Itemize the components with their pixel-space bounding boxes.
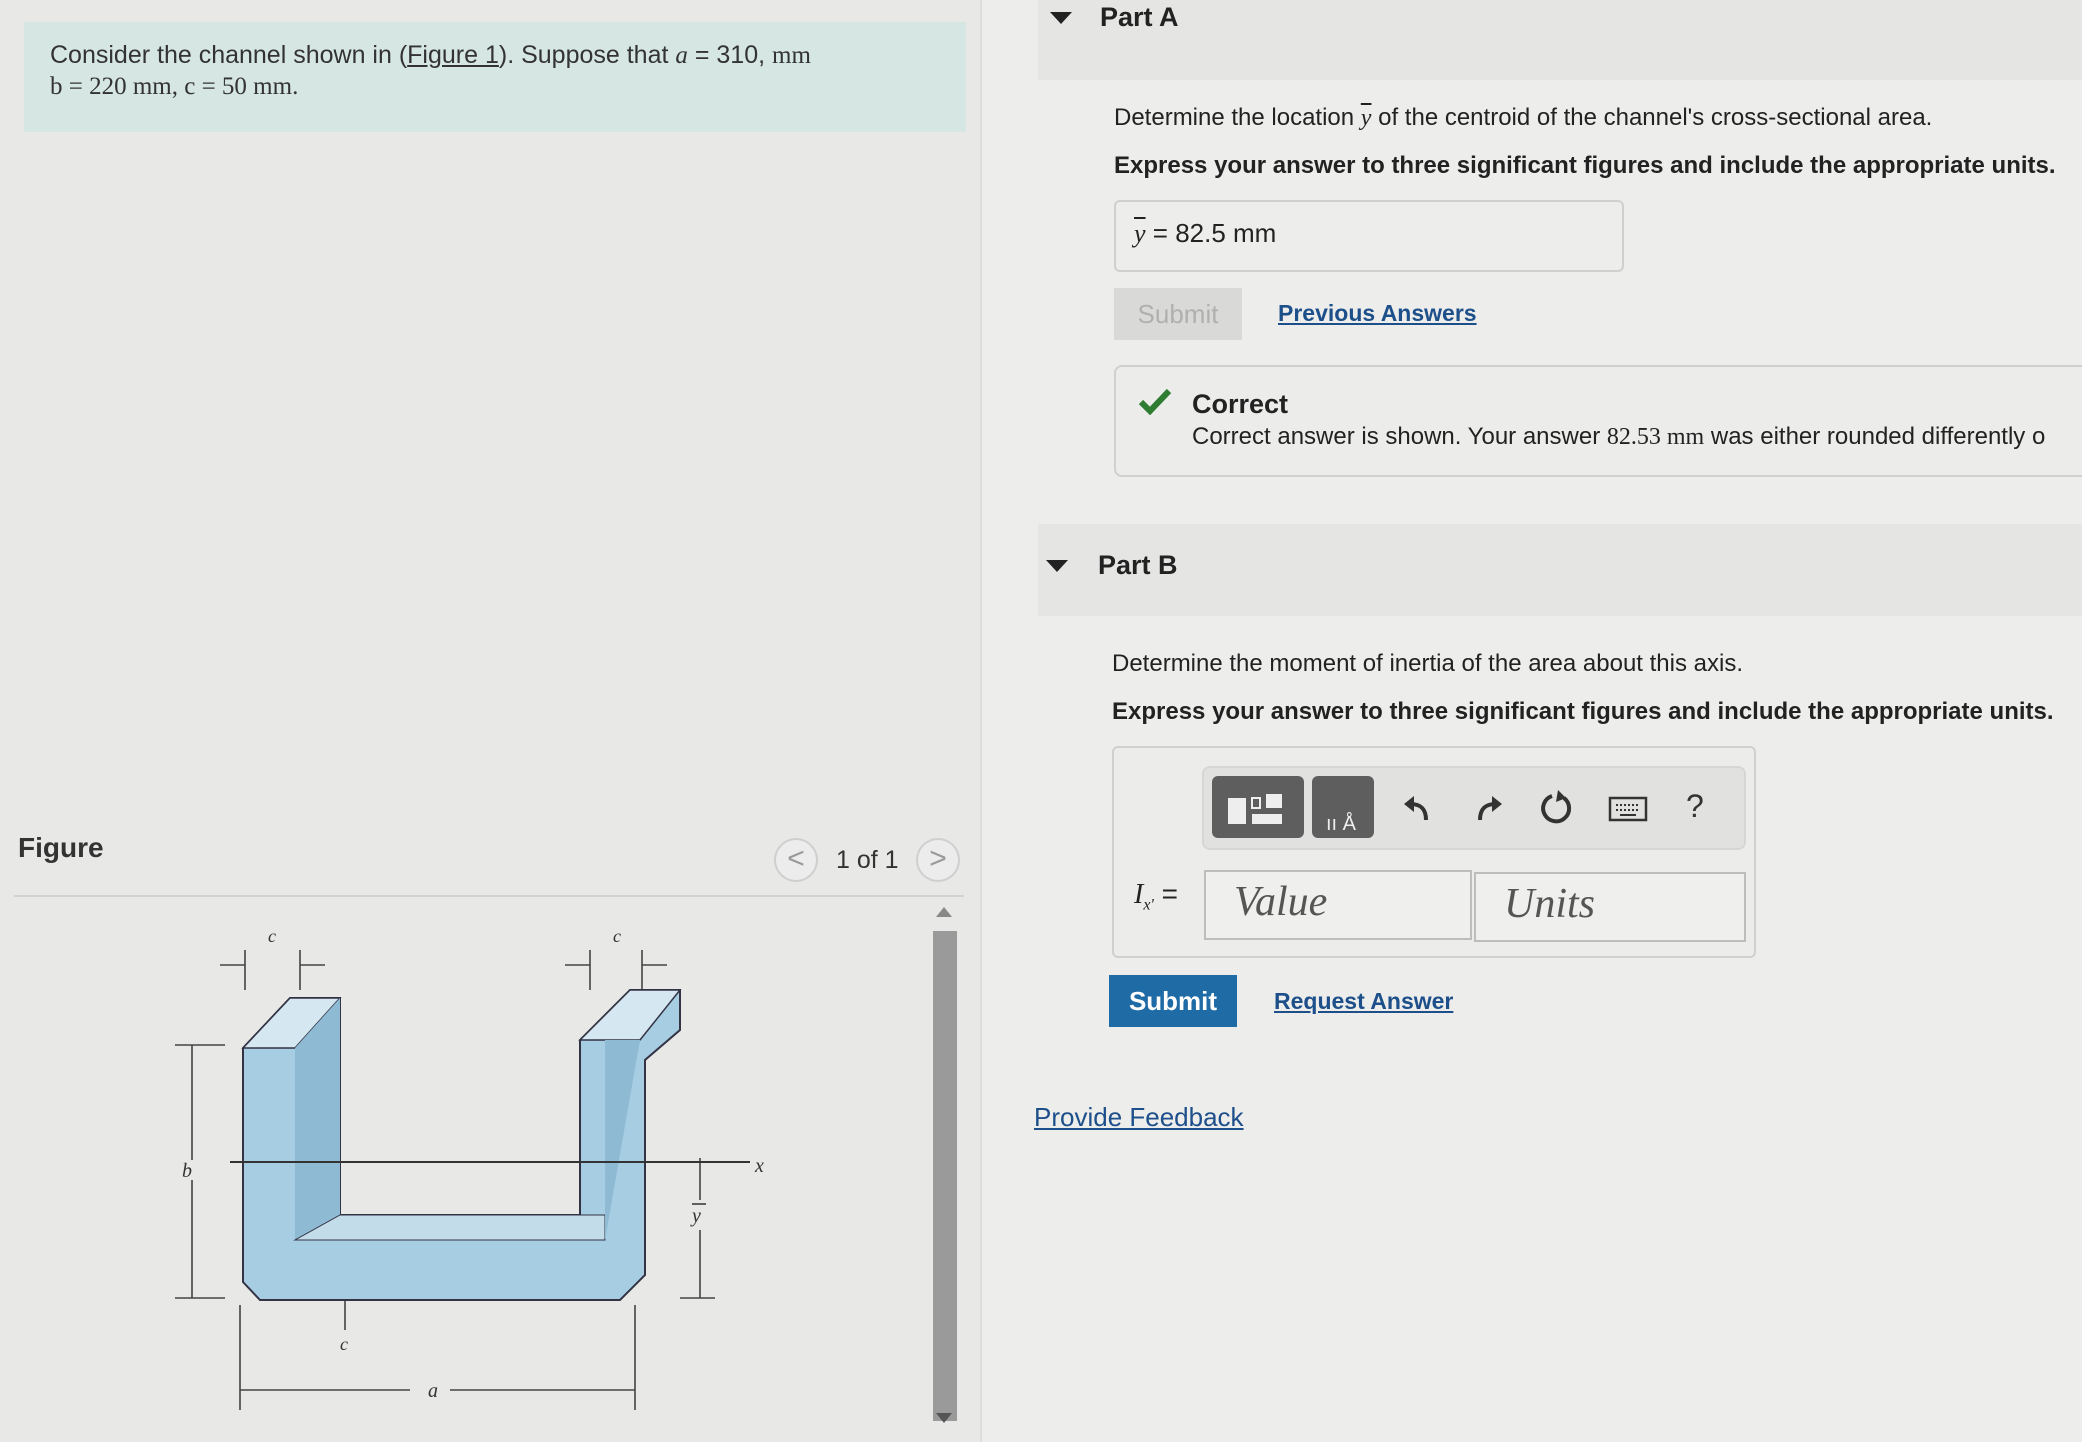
collapse-caret-icon[interactable] xyxy=(1046,560,1068,572)
part-b-header[interactable]: Part B xyxy=(1038,524,2082,616)
problem-line-1: Consider the channel shown in (Figure 1)… xyxy=(50,40,940,71)
scroll-down-icon[interactable] xyxy=(936,1413,952,1423)
correct-title: Correct xyxy=(1192,389,1289,419)
label-x: x xyxy=(754,1155,764,1177)
help-icon[interactable]: ? xyxy=(1686,788,1704,825)
feedback-text: Correct answer is shown. Your answer xyxy=(1192,423,1607,450)
figure-link[interactable]: Figure 1 xyxy=(407,41,499,69)
keyboard-icon[interactable] xyxy=(1608,796,1648,822)
undo-icon[interactable] xyxy=(1400,790,1436,826)
label-c-bottom: c xyxy=(340,1334,348,1354)
part-b-title: Part B xyxy=(1098,550,1178,580)
units-icon[interactable]: ıı Å xyxy=(1312,776,1374,838)
problem-text: ). Suppose that xyxy=(498,41,676,69)
answer-value: 82.5 mm xyxy=(1175,218,1277,248)
math-toolbar: ıı Å ? xyxy=(1202,766,1746,850)
next-figure-button[interactable]: > xyxy=(916,838,960,882)
figure-scrollbar[interactable] xyxy=(931,905,959,1435)
check-icon xyxy=(1138,388,1172,415)
reset-icon[interactable] xyxy=(1538,790,1574,826)
part-b-instruction: Express your answer to three significant… xyxy=(1112,698,2054,725)
ybar-symbol: y xyxy=(1360,105,1372,131)
part-a-question: Determine the location y of the centroid… xyxy=(1114,104,1932,132)
part-a-header[interactable]: Part A xyxy=(1038,0,2082,80)
previous-answers-link[interactable]: Previous Answers xyxy=(1278,300,1477,327)
part-a-instruction: Express your answer to three significant… xyxy=(1114,152,2056,179)
part-b-answer-box: ıı Å ? Ix' = Value Units xyxy=(1112,746,1756,958)
correct-feedback: Correct Correct answer is shown. Your an… xyxy=(1114,365,2082,477)
templates-icon[interactable] xyxy=(1212,776,1304,838)
label-eq: = xyxy=(1153,878,1178,909)
units-input[interactable]: Units xyxy=(1474,872,1746,942)
input-label: Ix' = xyxy=(1134,878,1178,915)
prev-figure-button[interactable]: < xyxy=(774,838,818,882)
eq-a: = 310, xyxy=(687,41,772,69)
left-panel: Consider the channel shown in (Figure 1)… xyxy=(0,0,985,1442)
submit-button[interactable]: Submit xyxy=(1109,975,1237,1027)
part-a-answer: y = 82.5 mm xyxy=(1114,200,1624,272)
label-c-left: c xyxy=(268,926,276,946)
value-input[interactable]: Value xyxy=(1204,870,1472,940)
label-sub: x' xyxy=(1143,896,1154,914)
figure-divider xyxy=(14,895,964,897)
channel-figure: x c c b c a y xyxy=(175,926,764,1410)
request-answer-link[interactable]: Request Answer xyxy=(1274,988,1453,1015)
label-i: I xyxy=(1134,879,1144,910)
correct-message: Correct answer is shown. Your answer 82.… xyxy=(1192,423,2045,451)
submit-button-disabled: Submit xyxy=(1114,288,1242,340)
feedback-text: was either rounded differently o xyxy=(1704,423,2046,450)
label-b: b xyxy=(182,1160,192,1182)
redo-icon[interactable] xyxy=(1470,790,1506,826)
label-a: a xyxy=(428,1380,438,1402)
part-a-title: Part A xyxy=(1100,2,1179,32)
svg-text:ıı Å: ıı Å xyxy=(1326,812,1357,835)
question-text: of the centroid of the channel's cross-s… xyxy=(1371,104,1933,131)
label-ybar: y xyxy=(690,1205,701,1227)
scroll-thumb[interactable] xyxy=(933,931,957,1421)
var-a: a xyxy=(675,42,688,69)
problem-text: Consider the channel shown in ( xyxy=(50,41,408,69)
answer-label: y xyxy=(1134,219,1146,248)
part-b-question: Determine the moment of inertia of the a… xyxy=(1112,650,1743,677)
figure-title: Figure xyxy=(18,832,104,863)
question-text: Determine the location xyxy=(1114,104,1361,131)
problem-line-2: b = 220 mm, c = 50 mm. xyxy=(50,73,299,100)
answer-eq: = xyxy=(1145,218,1176,248)
right-panel: Part A Determine the location y of the c… xyxy=(982,0,2082,1442)
problem-statement: Consider the channel shown in (Figure 1)… xyxy=(24,22,966,132)
scroll-up-icon[interactable] xyxy=(936,907,952,917)
unit-a: mm xyxy=(772,42,811,69)
pager-text: 1 of 1 xyxy=(836,846,899,874)
feedback-value: 82.53 mm xyxy=(1606,424,1705,450)
provide-feedback-link[interactable]: Provide Feedback xyxy=(1034,1102,1244,1133)
label-c-right: c xyxy=(613,926,621,946)
collapse-caret-icon[interactable] xyxy=(1050,12,1072,24)
